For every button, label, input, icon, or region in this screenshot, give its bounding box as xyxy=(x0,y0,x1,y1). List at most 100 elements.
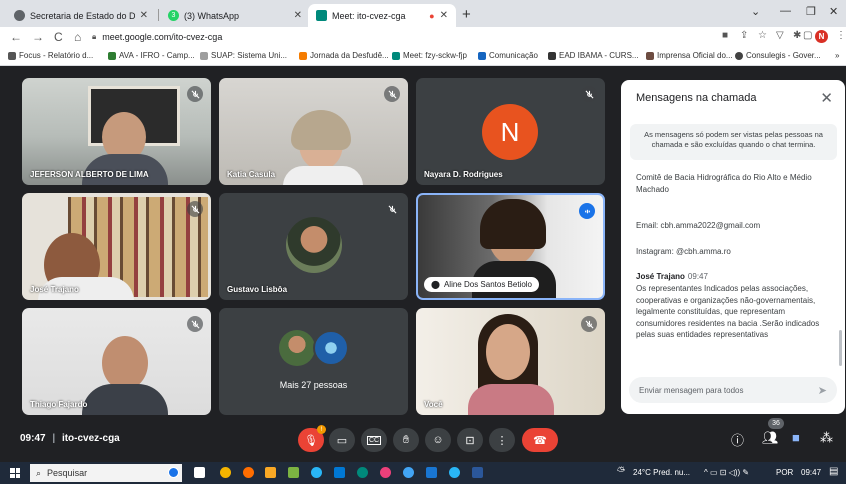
close-icon[interactable]: ✕ xyxy=(294,10,302,21)
camera-icon[interactable]: ■ xyxy=(722,30,728,41)
word-icon[interactable] xyxy=(472,467,483,478)
chat-input[interactable]: Enviar mensagem para todos ➤ xyxy=(629,377,837,403)
url-field[interactable]: 🔒︎ meet.google.com/ito-cvez-cga xyxy=(92,29,712,45)
participant-name: Thiago Fajardo xyxy=(30,400,88,409)
tab-secretaria[interactable]: Secretaria de Estado do Desenvo ✕ xyxy=(6,4,156,27)
new-tab-icon[interactable]: + xyxy=(462,6,471,23)
close-icon[interactable]: ✕ xyxy=(820,89,833,107)
activities-icon[interactable]: ⁂ xyxy=(820,430,833,446)
participant-name: Katia Casula xyxy=(227,170,276,179)
mic-off-icon xyxy=(581,86,597,102)
participant-tile[interactable]: Thiago Fajardo xyxy=(22,308,211,415)
present-button[interactable]: ⊡ xyxy=(457,428,483,452)
participant-tile[interactable]: JEFERSON ALBERTO DE LIMA xyxy=(22,78,211,185)
chat-input-placeholder: Enviar mensagem para todos xyxy=(639,385,744,395)
bookmark-label: Comunicação xyxy=(489,51,538,60)
tab-divider xyxy=(158,9,159,21)
forward-icon[interactable]: → xyxy=(32,30,44,44)
puzzle-icon[interactable]: ✱ xyxy=(793,30,801,41)
raise-hand-button[interactable]: ✋︎ xyxy=(393,428,419,452)
share-icon[interactable]: ⇪ xyxy=(740,30,748,41)
telegram-icon[interactable] xyxy=(311,467,322,478)
window-close-icon[interactable]: ✕ xyxy=(829,5,838,18)
folder-icon[interactable] xyxy=(265,467,276,478)
bookmark-item[interactable]: Meet: fzy-sckw-fjp xyxy=(392,51,467,60)
windows-start-icon[interactable] xyxy=(10,468,20,478)
bing-icon[interactable] xyxy=(168,467,179,478)
bookmark-item[interactable]: Jornada da Desfudê... xyxy=(299,51,389,60)
info-icon[interactable]: ⓘ xyxy=(731,430,744,449)
chat-messages: Comitê de Bacia Hidrográfica do Rio Alto… xyxy=(636,172,836,341)
restore-icon[interactable]: ❐ xyxy=(806,5,816,18)
back-icon[interactable]: ← xyxy=(10,30,22,44)
bookmark-item[interactable]: Imprensa Oficial do... xyxy=(646,51,733,60)
bookmark-item[interactable]: SUAP: Sistema Uni... xyxy=(200,51,287,60)
minimize-icon[interactable]: — xyxy=(780,5,791,17)
reload-icon[interactable]: C xyxy=(54,30,63,44)
captions-button[interactable]: CC xyxy=(361,428,387,452)
task-view-icon[interactable] xyxy=(194,467,205,478)
menu-icon[interactable]: ⋮ xyxy=(836,30,846,41)
bookmark-item[interactable]: Comunicação xyxy=(478,51,538,60)
divider: | xyxy=(52,433,56,444)
chat-icon[interactable]: ■ xyxy=(792,430,800,445)
chevron-down-icon[interactable]: ⌄ xyxy=(751,5,760,18)
people-icon[interactable]: 👥︎ xyxy=(762,430,779,446)
screen: Secretaria de Estado do Desenvo ✕ 3 (3) … xyxy=(0,0,846,484)
app-icon[interactable] xyxy=(380,467,391,478)
face xyxy=(102,336,148,390)
lock-icon: 🔒︎ xyxy=(92,32,97,41)
tray-icons[interactable]: ^ ▭ ⊡ ◁)) ✎ xyxy=(704,468,749,477)
firefox-icon[interactable] xyxy=(243,467,254,478)
bookmark-item[interactable]: EAD IBAMA - CURS... xyxy=(548,51,639,60)
home-icon[interactable]: ⌂ xyxy=(74,30,81,44)
reactions-button[interactable]: ☺ xyxy=(425,428,451,452)
chat-scrollbar[interactable] xyxy=(839,330,842,366)
leave-call-button[interactable]: ☎ xyxy=(522,428,558,452)
bookmark-item[interactable]: Consulegis - Gover... xyxy=(735,51,821,60)
participant-name: Aline Dos Santos Betiolo xyxy=(443,280,533,289)
sidepanel-icon[interactable]: ▢ xyxy=(803,30,812,41)
taskbar-search[interactable]: ⌕ Pesquisar xyxy=(30,464,182,482)
close-icon[interactable]: ✕ xyxy=(440,10,448,21)
send-icon[interactable]: ➤ xyxy=(818,384,827,397)
more-people-tile[interactable]: Mais 27 pessoas xyxy=(219,308,408,415)
avatar-initial: N xyxy=(500,116,520,147)
more-bookmarks-icon[interactable]: » xyxy=(835,51,839,60)
mic-button[interactable]: 🎙︎ ! xyxy=(298,425,326,452)
mail-icon[interactable] xyxy=(426,467,437,478)
face xyxy=(486,324,530,380)
participant-tile[interactable]: Gustavo Lisbôa xyxy=(219,193,408,300)
chat-message-text: Os representantes Indicados pelas associ… xyxy=(636,283,820,340)
participant-tile[interactable]: José Trajano xyxy=(22,193,211,300)
profile-avatar[interactable]: N xyxy=(815,30,828,43)
tab-meet[interactable]: Meet: ito-cvez-cga ● ✕ xyxy=(308,4,456,27)
notifications-icon[interactable]: ▤ xyxy=(829,466,838,477)
camera-button[interactable]: ▭ xyxy=(329,428,355,452)
tab-whatsapp[interactable]: 3 (3) WhatsApp ✕ xyxy=(160,4,310,27)
calculator-icon[interactable] xyxy=(288,467,299,478)
speaking-icon xyxy=(579,203,595,219)
self-tile[interactable]: Você xyxy=(416,308,605,415)
participant-tile-speaking[interactable]: ⬤ Aline Dos Santos Betiolo xyxy=(416,193,605,300)
chrome-icon[interactable] xyxy=(220,467,231,478)
participant-tile[interactable]: Katia Casula xyxy=(219,78,408,185)
extension-icon[interactable]: ▽ xyxy=(776,30,784,41)
recording-dot-icon: ● xyxy=(429,10,435,21)
participant-tile[interactable]: N Nayara D. Rodrigues xyxy=(416,78,605,185)
close-icon[interactable]: ✕ xyxy=(140,10,148,21)
more-options-button[interactable]: ⋮ xyxy=(489,428,515,452)
bookmark-label: AVA - IFRO - Camp... xyxy=(119,51,195,60)
app-icon[interactable] xyxy=(449,467,460,478)
app-icon[interactable] xyxy=(403,467,414,478)
bookmark-item[interactable]: Focus - Relatório d... xyxy=(8,51,93,60)
store-icon[interactable] xyxy=(334,467,345,478)
edge-icon[interactable] xyxy=(357,467,368,478)
taskbar-clock[interactable]: 09:47 xyxy=(801,468,821,477)
bookmark-item[interactable]: AVA - IFRO - Camp... xyxy=(108,51,195,60)
tab-title: Secretaria de Estado do Desenvo xyxy=(30,10,135,21)
language-indicator[interactable]: POR xyxy=(776,468,793,477)
star-icon[interactable]: ☆ xyxy=(758,30,767,41)
participant-name: José Trajano xyxy=(30,285,79,294)
weather-text[interactable]: 24°C Pred. nu... xyxy=(633,468,690,477)
